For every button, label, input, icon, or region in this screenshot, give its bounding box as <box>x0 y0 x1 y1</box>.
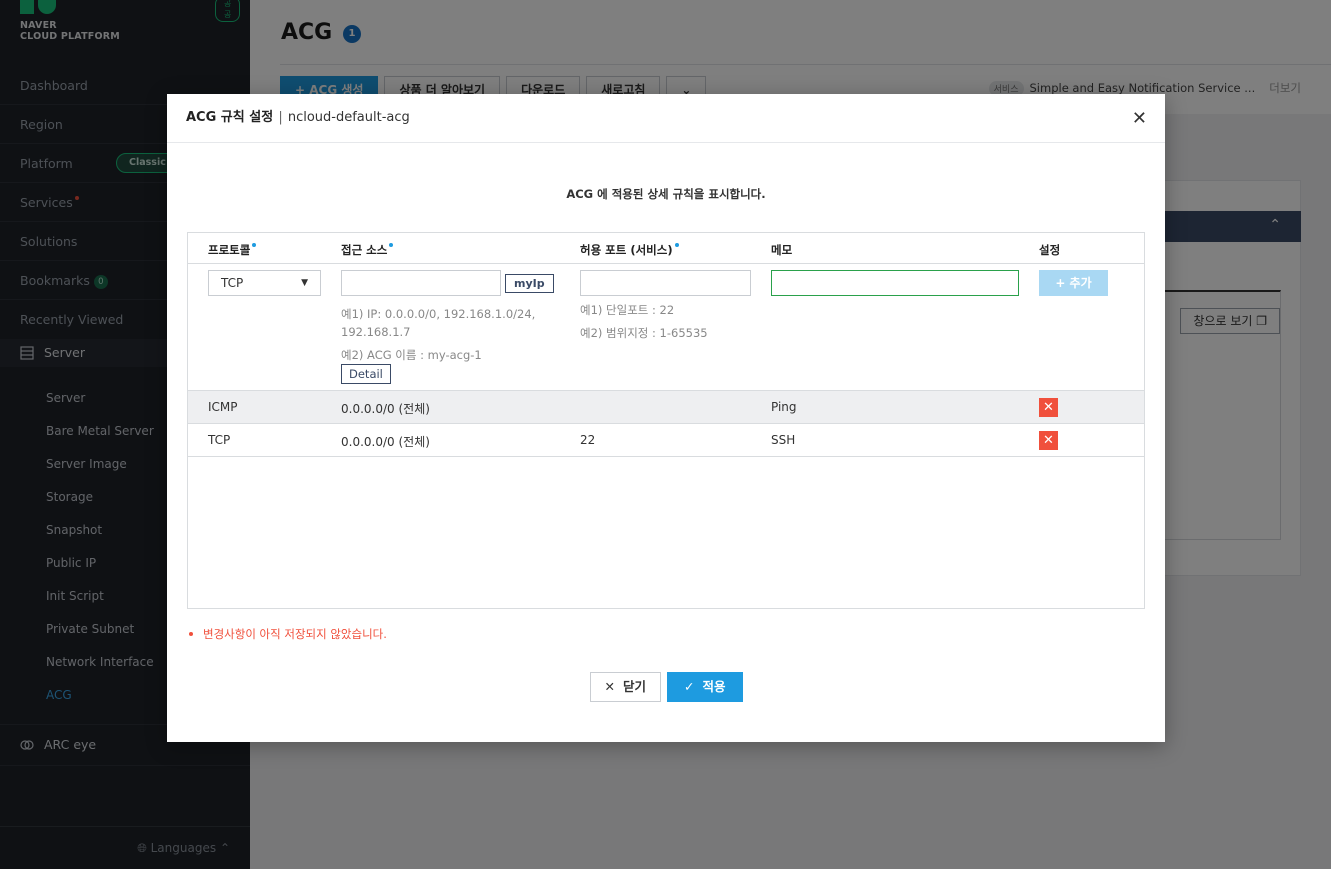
apply-button-label: 적용 <box>702 679 726 694</box>
required-dot-icon <box>674 243 679 247</box>
new-rule-row: TCP ▼ myIp + 추가 예1) IP: 0.0.0.0/0, 192.1… <box>188 264 1144 391</box>
close-icon[interactable]: ✕ <box>1132 108 1147 129</box>
protocol-select-value: TCP <box>221 276 244 290</box>
column-protocol: 프로토콜 <box>208 242 257 258</box>
source-hint-ip: 예1) IP: 0.0.0.0/0, 192.168.1.0/24, 192.1… <box>341 307 536 339</box>
source-hint-acg: 예2) ACG 이름 : my-acg-1 <box>341 348 482 362</box>
modal-header: ACG 규칙 설정 | ncloud-default-acg <box>167 94 1165 143</box>
modal-title: ACG 규칙 설정 <box>186 110 274 125</box>
protocol-select[interactable]: TCP ▼ <box>208 270 321 296</box>
myip-button[interactable]: myIp <box>505 274 554 293</box>
warning-text: 변경사항이 아직 저장되지 않았습니다. <box>203 627 387 641</box>
table-row: TCP 0.0.0.0/0 (전체) 22 SSH ✕ <box>188 424 1144 457</box>
port-hint-single: 예1) 단일포트 : 22 <box>580 303 675 317</box>
column-memo: 메모 <box>771 243 793 257</box>
warning-bullet-icon <box>189 632 193 636</box>
rule-protocol: TCP <box>208 433 231 447</box>
add-rule-button[interactable]: + 추가 <box>1039 270 1108 296</box>
source-input[interactable] <box>341 270 501 296</box>
column-port: 허용 포트 (서비스) <box>580 242 679 258</box>
required-dot-icon <box>252 243 257 247</box>
column-settings: 설정 <box>1039 243 1061 257</box>
close-button-label: 닫기 <box>622 679 646 694</box>
modal-description: ACG 에 적용된 상세 규칙을 표시합니다. <box>566 187 766 201</box>
acg-rule-modal: ACG 규칙 설정 | ncloud-default-acg ✕ ACG 에 적… <box>167 94 1165 742</box>
rule-table: 프로토콜 접근 소스 허용 포트 (서비스) 메모 설정 TCP ▼ myIp … <box>187 232 1145 609</box>
rule-memo: SSH <box>771 433 796 447</box>
delete-rule-button[interactable]: ✕ <box>1039 431 1058 450</box>
port-hint-range: 예2) 범위지정 : 1-65535 <box>580 326 708 340</box>
modal-footer: ✕ 닫기 ✓ 적용 <box>167 672 1165 702</box>
acg-name: ncloud-default-acg <box>287 110 410 125</box>
memo-input[interactable] <box>771 270 1019 296</box>
rule-protocol: ICMP <box>208 400 238 414</box>
apply-button[interactable]: ✓ 적용 <box>667 672 743 702</box>
column-source: 접근 소스 <box>341 242 394 258</box>
required-dot-icon <box>389 243 394 247</box>
port-input[interactable] <box>580 270 751 296</box>
unsaved-warning: 변경사항이 아직 저장되지 않았습니다. <box>189 626 387 642</box>
title-separator: | <box>278 110 283 125</box>
check-icon: ✓ <box>684 679 695 694</box>
table-row: ICMP 0.0.0.0/0 (전체) Ping ✕ <box>188 391 1144 424</box>
rule-memo: Ping <box>771 400 797 414</box>
delete-rule-button[interactable]: ✕ <box>1039 398 1058 417</box>
rule-port: 22 <box>580 433 596 447</box>
close-icon: ✕ <box>604 679 615 694</box>
rule-source: 0.0.0.0/0 (전체) <box>341 402 430 416</box>
rule-source: 0.0.0.0/0 (전체) <box>341 435 430 449</box>
close-button[interactable]: ✕ 닫기 <box>589 672 661 702</box>
caret-down-icon: ▼ <box>301 278 308 288</box>
detail-button[interactable]: Detail <box>341 364 391 384</box>
table-header: 프로토콜 접근 소스 허용 포트 (서비스) 메모 설정 <box>188 233 1144 264</box>
